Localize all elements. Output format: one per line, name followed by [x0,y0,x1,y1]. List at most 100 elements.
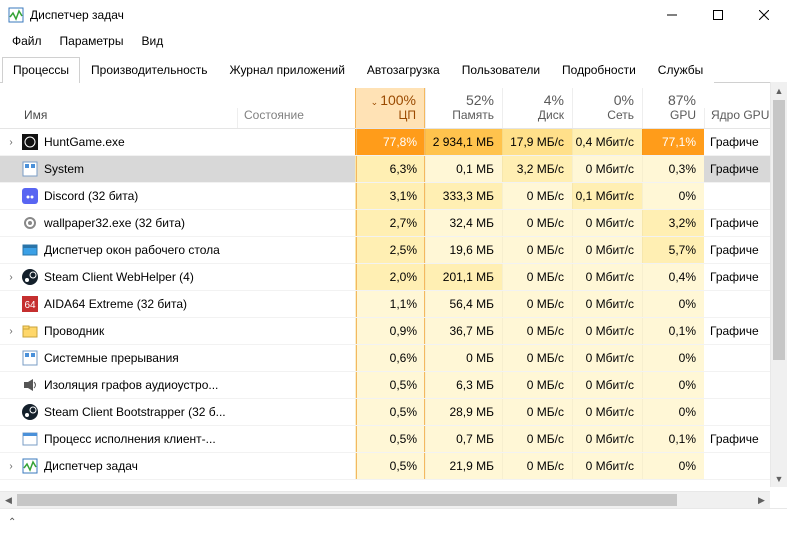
tab-startup[interactable]: Автозагрузка [356,57,451,83]
process-name: AIDA64 Extreme (32 бита) [44,297,187,311]
expand-toggle[interactable]: › [0,129,22,155]
process-row[interactable]: wallpaper32.exe (32 бита)2,7%32,4 МБ0 МБ… [0,210,787,237]
cell-disk: 0 МБ/с [502,237,572,263]
process-row[interactable]: Процесс исполнения клиент-...0,5%0,7 МБ0… [0,426,787,453]
expand-toggle [0,426,22,452]
header-gpu-core[interactable]: Ядро GPU [704,108,772,128]
process-row[interactable]: ›HuntGame.exe77,8%2 934,1 МБ17,9 МБ/с0,4… [0,129,787,156]
tab-apphistory[interactable]: Журнал приложений [219,57,356,83]
cell-cpu: 0,5% [355,453,425,479]
process-row[interactable]: Диспетчер окон рабочего стола2,5%19,6 МБ… [0,237,787,264]
header-gpu-pct: 87% [647,92,696,108]
horizontal-scroll-thumb[interactable] [17,494,677,506]
header-cpu[interactable]: ⌄100% ЦП [355,88,425,128]
process-status [237,264,355,290]
cell-disk: 0 МБ/с [502,453,572,479]
process-name-cell: System [22,156,237,182]
cell-cpu: 0,9% [355,318,425,344]
cell-net: 0 Мбит/с [572,237,642,263]
expand-details-icon[interactable]: ⌃ [8,517,16,528]
tab-services[interactable]: Службы [647,57,714,83]
process-name: Steam Client Bootstrapper (32 б... [44,405,226,419]
cell-gpu-core [704,345,772,371]
expand-toggle[interactable]: › [0,264,22,290]
process-name-cell: Steam Client WebHelper (4) [22,264,237,290]
tab-performance[interactable]: Производительность [80,57,218,83]
expand-toggle[interactable]: › [0,318,22,344]
process-row[interactable]: Системные прерывания0,6%0 МБ0 МБ/с0 Мбит… [0,345,787,372]
cell-gpu: 5,7% [642,237,704,263]
header-status[interactable]: Состояние [237,108,355,128]
cell-gpu-core [704,453,772,479]
menu-file[interactable]: Файл [4,32,50,50]
process-row[interactable]: 64AIDA64 Extreme (32 бита)1,1%56,4 МБ0 М… [0,291,787,318]
header-gpu[interactable]: 87% GPU [642,88,704,128]
horizontal-scrollbar[interactable]: ◀ ▶ [0,491,770,508]
cell-gpu: 3,2% [642,210,704,236]
process-status [237,426,355,452]
system-icon [22,161,38,177]
process-name-cell: Системные прерывания [22,345,237,371]
process-row[interactable]: ›Проводник0,9%36,7 МБ0 МБ/с0 Мбит/с0,1%Г… [0,318,787,345]
process-grid: Имя Состояние ⌄100% ЦП 52% Память 4% Дис… [0,83,787,493]
scroll-down-icon[interactable]: ▼ [771,470,787,487]
process-row[interactable]: System6,3%0,1 МБ3,2 МБ/с0 Мбит/с0,3%Граф… [0,156,787,183]
aida-icon: 64 [22,296,38,312]
process-name-cell: Диспетчер окон рабочего стола [22,237,237,263]
scroll-right-icon[interactable]: ▶ [753,492,770,509]
cell-net: 0,1 Мбит/с [572,183,642,209]
tab-users[interactable]: Пользователи [451,57,551,83]
process-name-cell: Диспетчер задач [22,453,237,479]
scroll-up-icon[interactable]: ▲ [771,82,787,99]
header-name[interactable]: Имя [22,108,237,128]
taskmgr-icon [22,458,38,474]
menubar: Файл Параметры Вид [0,30,787,54]
cell-gpu-core [704,291,772,317]
header-memory[interactable]: 52% Память [425,88,502,128]
expand-toggle [0,237,22,263]
steam-icon [22,269,38,285]
cell-gpu-core: Графиче [704,210,772,236]
process-name: Discord (32 бита) [44,189,138,203]
scroll-left-icon[interactable]: ◀ [0,492,17,509]
process-status [237,210,355,236]
vertical-scroll-thumb[interactable] [773,100,785,360]
cell-gpu-core [704,399,772,425]
process-row[interactable]: ›Steam Client WebHelper (4)2,0%201,1 МБ0… [0,264,787,291]
cell-net: 0 Мбит/с [572,291,642,317]
tab-processes[interactable]: Процессы [2,57,80,83]
header-disk[interactable]: 4% Диск [502,88,572,128]
cell-disk: 0 МБ/с [502,291,572,317]
process-status [237,291,355,317]
cell-disk: 0 МБ/с [502,183,572,209]
minimize-button[interactable] [649,0,695,30]
cell-cpu: 0,5% [355,372,425,398]
cell-net: 0 Мбит/с [572,210,642,236]
process-row[interactable]: Изоляция графов аудиоустро...0,5%6,3 МБ0… [0,372,787,399]
dwm-icon [22,242,38,258]
maximize-button[interactable] [695,0,741,30]
cell-gpu-core [704,183,772,209]
expand-toggle [0,156,22,182]
expand-toggle[interactable]: › [0,453,22,479]
cell-disk: 0 МБ/с [502,399,572,425]
menu-options[interactable]: Параметры [52,32,132,50]
process-row[interactable]: Discord (32 бита)3,1%333,3 МБ0 МБ/с0,1 М… [0,183,787,210]
cell-cpu: 3,1% [355,183,425,209]
process-name-cell: Discord (32 бита) [22,183,237,209]
header-network[interactable]: 0% Сеть [572,88,642,128]
cell-cpu: 6,3% [355,156,425,182]
process-status [237,156,355,182]
process-row[interactable]: Steam Client Bootstrapper (32 б...0,5%28… [0,399,787,426]
menu-view[interactable]: Вид [133,32,171,50]
column-headers: Имя Состояние ⌄100% ЦП 52% Память 4% Дис… [0,83,787,129]
system-icon [22,350,38,366]
close-button[interactable] [741,0,787,30]
tabstrip: Процессы Производительность Журнал прило… [0,56,787,83]
cell-net: 0 Мбит/с [572,372,642,398]
process-row[interactable]: ›Диспетчер задач0,5%21,9 МБ0 МБ/с0 Мбит/… [0,453,787,480]
taskmanager-icon [8,7,24,23]
process-name-cell: 64 AIDA64 Extreme (32 бита) [22,291,237,317]
tab-details[interactable]: Подробности [551,57,647,83]
vertical-scrollbar[interactable]: ▲ ▼ [770,82,787,487]
